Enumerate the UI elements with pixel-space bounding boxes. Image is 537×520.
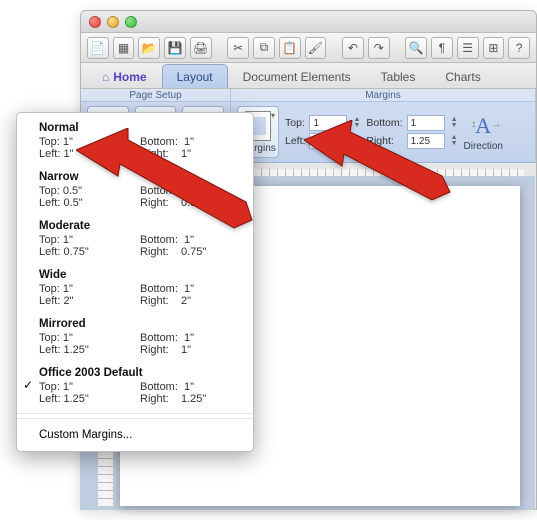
option-title: Office 2003 Default [39,367,241,379]
undo-icon[interactable]: ↶ [342,37,364,59]
home-icon: ⌂ [102,70,109,84]
zoom-button[interactable] [125,16,137,28]
help-icon[interactable]: ? [508,37,530,59]
margins-option-wide[interactable]: WideTop: 1"Bottom: 1"Left: 2"Right: 2" [17,264,253,313]
new-doc-icon[interactable]: 📄 [87,37,109,59]
copy-icon[interactable]: ⧉ [253,37,275,59]
annotation-arrow-right [304,120,454,210]
tab-document-elements[interactable]: Document Elements [228,64,366,88]
margins-option-mirrored[interactable]: MirroredTop: 1"Bottom: 1"Left: 1.25"Righ… [17,313,253,362]
quick-access-toolbar: 📄 ▦ 📂 💾 🖨 ✂ ⧉ 📋 🖌 ↶ ↷ 🔍 ¶ ☰ ⊞ ? [81,33,536,63]
close-button[interactable] [89,16,101,28]
option-title: Mirrored [39,318,241,330]
check-icon: ✓ [23,378,33,392]
show-hide-icon[interactable]: ¶ [431,37,453,59]
group-margins-title: Margins [231,89,535,102]
paste-icon[interactable]: 📋 [279,37,301,59]
save-icon[interactable]: 💾 [164,37,186,59]
gallery-icon[interactable]: ⊞ [483,37,505,59]
tab-tables[interactable]: Tables [366,64,431,88]
chevron-down-icon: ▾ [271,111,275,120]
tab-home-label: Home [113,70,146,84]
left-label: Left: [285,135,305,147]
tab-home[interactable]: ⌂ Home [87,64,162,88]
group-page-setup-title: Page Setup [81,89,230,102]
margins-option-office-2003-default[interactable]: ✓Office 2003 DefaultTop: 1"Bottom: 1"Lef… [17,362,253,414]
direction-button-label[interactable]: Direction [464,141,503,152]
zoom-fit-icon[interactable]: 🔍 [405,37,427,59]
cut-icon[interactable]: ✂ [227,37,249,59]
tab-layout[interactable]: Layout [162,64,228,88]
annotation-arrow-left [76,128,256,238]
top-label: Top: [285,117,305,129]
minimize-button[interactable] [107,16,119,28]
ribbon-tabs: ⌂ Home Layout Document Elements Tables C… [81,63,536,89]
sidebar-icon[interactable]: ☰ [457,37,479,59]
redo-icon[interactable]: ↷ [368,37,390,59]
templates-icon[interactable]: ▦ [113,37,135,59]
tab-charts[interactable]: Charts [430,64,495,88]
option-title: Wide [39,269,241,281]
titlebar [81,11,536,33]
format-painter-icon[interactable]: 🖌 [305,37,327,59]
print-icon[interactable]: 🖨 [190,37,212,59]
custom-margins-item[interactable]: Custom Margins... [17,423,253,447]
direction-icon: A↕→ [475,113,491,139]
open-icon[interactable]: 📂 [138,37,160,59]
